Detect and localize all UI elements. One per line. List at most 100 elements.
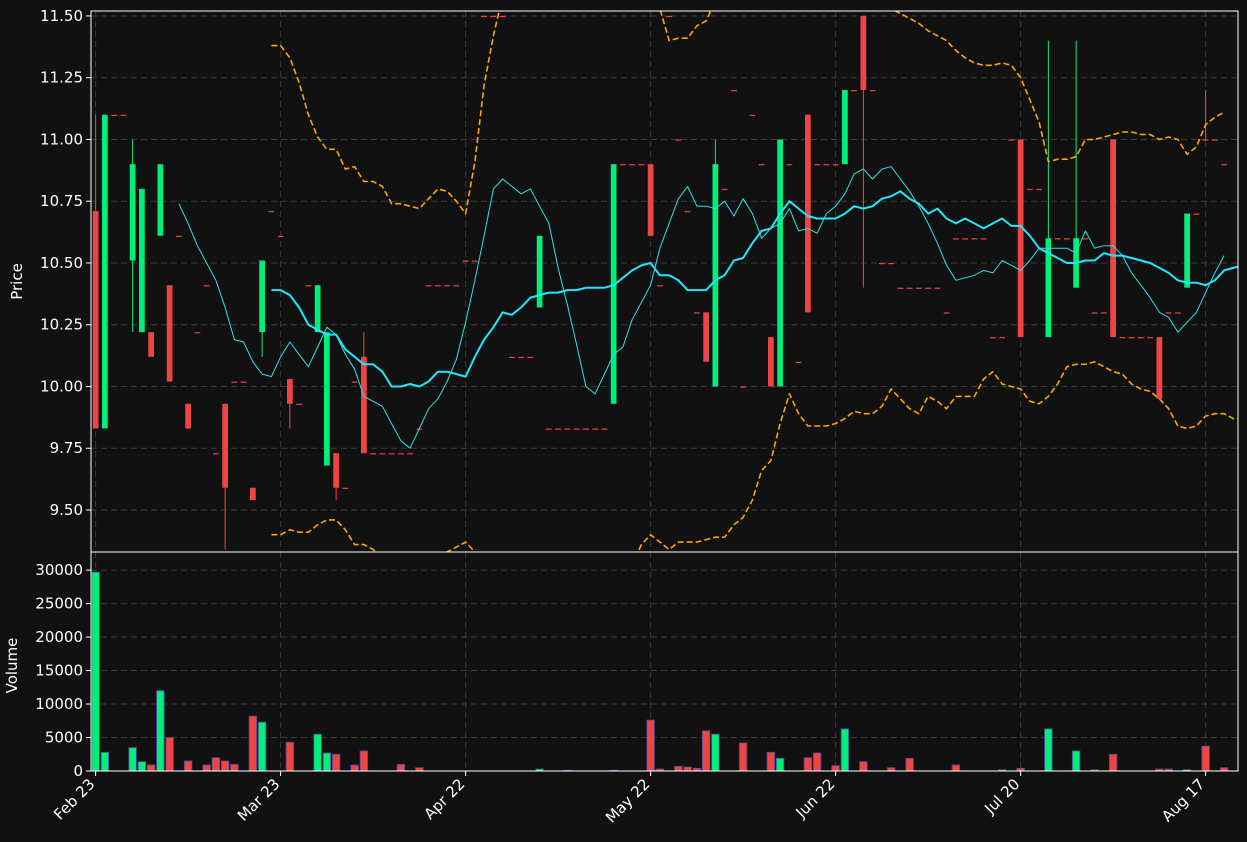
candle-body: [999, 337, 1005, 339]
candle-body: [1054, 238, 1061, 240]
candle-body: [1101, 312, 1107, 314]
candle-body: [1110, 139, 1116, 338]
candlestick: [712, 139, 719, 387]
candle-body: [305, 285, 312, 287]
candle-body: [1008, 139, 1015, 141]
volume-bar: [711, 733, 720, 772]
candlestick: [1119, 337, 1126, 339]
candlestick: [657, 285, 663, 287]
price-tick-label: 10.25: [40, 316, 83, 334]
candle-body: [962, 238, 968, 240]
candlestick: [231, 381, 238, 383]
candlestick: [407, 453, 413, 455]
candle-body: [462, 260, 469, 262]
candlestick: [166, 285, 173, 382]
candlestick: [851, 90, 857, 92]
candle-body: [268, 211, 275, 213]
candlestick: [240, 381, 247, 383]
candle-body: [842, 90, 848, 165]
candlestick: [879, 262, 885, 265]
candlestick: [139, 188, 145, 333]
candlestick: [499, 15, 506, 18]
volume-bar: [156, 690, 165, 772]
volume-tick-label: 10000: [35, 695, 83, 713]
candlestick: [795, 361, 802, 363]
candle-body: [629, 164, 635, 166]
candle-body: [527, 356, 534, 359]
candlestick: [814, 164, 820, 166]
candlestick: [638, 164, 645, 166]
candle-body: [296, 403, 302, 405]
volume-bar: [683, 766, 692, 772]
candlestick: [1193, 213, 1200, 215]
candle-body: [647, 164, 654, 236]
volume-bar: [100, 751, 110, 772]
candle-body: [250, 487, 256, 501]
candle-body: [444, 285, 450, 287]
candle-body: [869, 90, 876, 92]
volume-tick-label: 20000: [35, 628, 83, 646]
volume-bar: [812, 752, 822, 772]
candlestick: [694, 312, 700, 314]
price-tick-label: 9.50: [50, 501, 83, 519]
candle-body: [388, 453, 395, 455]
volume-bar: [1044, 728, 1053, 772]
volume-bar: [359, 750, 369, 772]
volume-bar: [766, 751, 776, 772]
candle-body: [712, 164, 719, 387]
candlestick: [999, 337, 1005, 339]
volume-bar: [331, 753, 341, 772]
candle-body: [379, 453, 386, 455]
candlestick: [351, 381, 358, 383]
price-tick-label: 11.50: [40, 7, 83, 25]
candle-body: [333, 453, 339, 488]
candlestick: [398, 453, 404, 455]
volume-bar: [248, 715, 258, 772]
price-tick-label: 10.00: [40, 377, 83, 395]
candlestick: [157, 164, 164, 236]
candle-body: [814, 164, 820, 166]
candlestick: [777, 139, 783, 387]
candlestick: [1036, 188, 1042, 191]
candlestick: [740, 386, 746, 388]
candlestick: [832, 164, 839, 166]
candlestick: [250, 487, 256, 501]
volume-bar: [220, 760, 230, 772]
candle-body: [1091, 312, 1098, 314]
candlestick: [823, 164, 830, 166]
candlestick: [1165, 312, 1172, 314]
candle-body: [194, 332, 201, 334]
candle-body: [980, 238, 987, 240]
candle-body: [361, 356, 367, 454]
candle-body: [120, 114, 127, 116]
volume-bar: [313, 733, 322, 772]
candlestick: [980, 238, 987, 240]
candlestick: [583, 428, 589, 430]
candle-body: [435, 285, 441, 287]
price-tick-label: 9.75: [50, 439, 83, 457]
candle-body: [490, 15, 497, 18]
price-tick-label: 10.75: [40, 192, 83, 210]
candle-body: [564, 428, 571, 430]
volume-bar: [905, 757, 914, 772]
candlestick: [277, 235, 284, 237]
candlestick: [749, 114, 756, 116]
price-tick-label: 10.50: [40, 254, 83, 272]
candle-body: [518, 356, 524, 359]
candlestick: [435, 285, 441, 287]
candle-body: [139, 188, 145, 333]
volume-bar: [1201, 745, 1210, 772]
candle-body: [509, 356, 515, 359]
volume-bar: [738, 742, 748, 772]
candlestick: [629, 164, 635, 166]
candlestick: [1054, 238, 1061, 240]
candlestick: [703, 312, 709, 362]
candle-body: [453, 285, 460, 287]
stock-chart: 9.50 9.75 10.00 10.25 10.50 10.75 11.00 11.25 11…: [0, 0, 1247, 842]
candlestick: [324, 332, 330, 466]
candlestick: [388, 453, 395, 455]
candle-body: [851, 90, 857, 92]
candle-body: [721, 188, 728, 191]
candle-body: [176, 235, 182, 237]
candle-body: [499, 15, 506, 18]
